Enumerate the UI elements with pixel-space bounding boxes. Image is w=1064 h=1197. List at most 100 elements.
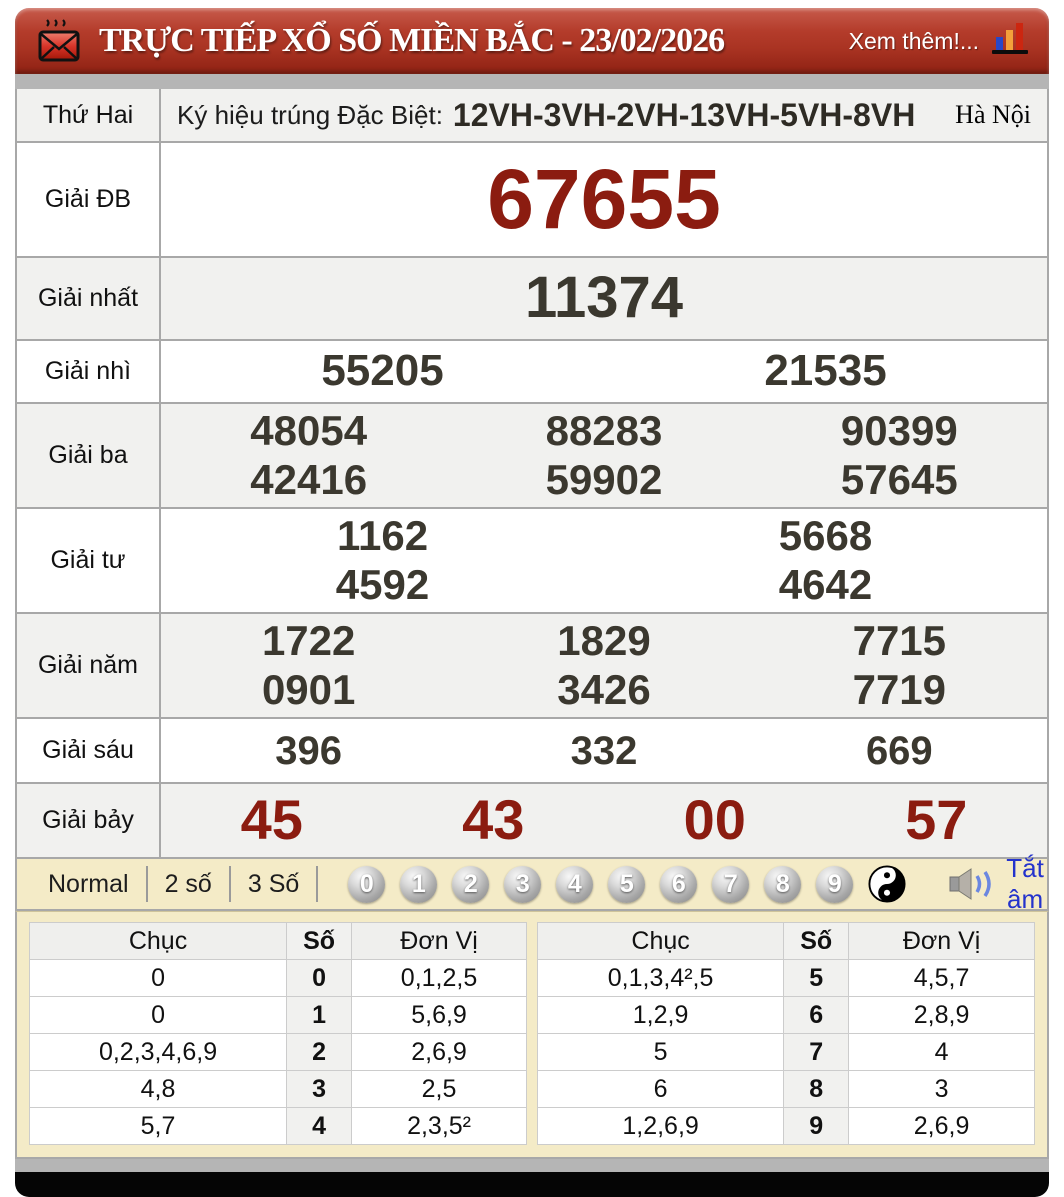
speaker-icon bbox=[948, 866, 998, 902]
digit-ball-5[interactable]: 5 bbox=[608, 865, 646, 903]
cell-chuc: 5 bbox=[536, 1033, 785, 1071]
page-title: TRỰC TIẾP XỔ SỐ MIỀN BẮC - 23/02/2026 bbox=[99, 22, 725, 59]
digit-ball-4[interactable]: 4 bbox=[556, 865, 594, 903]
col-header-chuc: Chục bbox=[28, 922, 288, 960]
prize-number: 88283 bbox=[545, 406, 663, 454]
mute-label: Tắt âm bbox=[1006, 853, 1044, 914]
prize-row-nhi: Giải nhì 55205 21535 bbox=[17, 339, 1047, 402]
prize-number: 55205 bbox=[321, 346, 444, 396]
prize-number: 4642 bbox=[778, 560, 873, 608]
cell-so: 4 bbox=[286, 1107, 353, 1145]
cell-so: 8 bbox=[783, 1070, 850, 1108]
yin-yang-icon[interactable] bbox=[868, 865, 906, 903]
prize-number: 1722 bbox=[261, 616, 356, 664]
digit-table-row-left: 5,7 4 2,3,5² bbox=[28, 1107, 527, 1145]
digit-table-row-right: 0,1,3,4²,5 5 4,5,7 bbox=[536, 959, 1035, 997]
footer-bar bbox=[15, 1172, 1049, 1197]
digit-ball-2[interactable]: 2 bbox=[452, 865, 490, 903]
cell-so: 0 bbox=[286, 959, 353, 997]
footer-divider bbox=[15, 1159, 1049, 1172]
number-row: 45 43 00 57 bbox=[161, 788, 1047, 852]
prize-number: 59902 bbox=[545, 455, 663, 503]
cell-so: 3 bbox=[286, 1070, 353, 1108]
prize-label-bay: Giải bảy bbox=[17, 784, 161, 857]
digit-summary-section: Chục Số Đơn Vị 0 0 0,1,2,5 0 1 5,6,9 0,2,3,4,6… bbox=[15, 911, 1049, 1159]
cell-donvi: 0,1,2,5 bbox=[351, 959, 527, 997]
digit-table-header-row: Chục Số Đơn Vị bbox=[28, 922, 527, 960]
special-sign-label: Ký hiệu trúng Đặc Biệt: bbox=[177, 99, 443, 130]
cell-so: 7 bbox=[783, 1033, 850, 1071]
digit-ball-7[interactable]: 7 bbox=[712, 865, 750, 903]
digit-table-row-left: 0 1 5,6,9 bbox=[28, 996, 527, 1034]
prize-label-sau: Giải sáu bbox=[17, 719, 161, 782]
lottery-widget: TRỰC TIẾP XỔ SỐ MIỀN BẮC - 23/02/2026 Xe… bbox=[15, 8, 1049, 1197]
digit-table-row-right: 574 bbox=[536, 1033, 1035, 1071]
cell-donvi: 2,3,5² bbox=[351, 1107, 527, 1145]
prize-number: 43 bbox=[462, 788, 525, 852]
prize-label-nam: Giải năm bbox=[17, 614, 161, 717]
cell-so: 2 bbox=[286, 1033, 353, 1071]
prize-number: 48054 bbox=[250, 406, 368, 454]
cell-chuc: 1,2,6,9 bbox=[536, 1107, 785, 1145]
cell-so: 1 bbox=[286, 996, 353, 1034]
col-header-chuc: Chục bbox=[536, 922, 785, 960]
prize-number: 21535 bbox=[764, 346, 887, 396]
results-table: Thứ Hai Ký hiệu trúng Đặc Biệt: 12VH-3VH… bbox=[15, 89, 1049, 859]
digit-ball-3[interactable]: 3 bbox=[504, 865, 542, 903]
prize-numbers-nhat: 11374 bbox=[161, 258, 1047, 339]
prize-number: 7719 bbox=[852, 665, 947, 713]
cell-so: 6 bbox=[783, 996, 850, 1034]
number-row: 67655 bbox=[161, 155, 1047, 243]
number-row: 1722 1829 7715 bbox=[161, 617, 1047, 665]
number-row: 11374 bbox=[161, 265, 1047, 332]
digit-table-row-right: 1,2,6,9 9 2,6,9 bbox=[536, 1107, 1035, 1145]
prize-number: 396 bbox=[275, 728, 343, 773]
mode-tab-3[interactable]: 3 Số bbox=[231, 866, 319, 902]
prize-number: 332 bbox=[570, 728, 638, 773]
bar-chart-icon[interactable] bbox=[991, 21, 1029, 55]
digit-table-row-left: 4,8 3 2,5 bbox=[28, 1070, 527, 1108]
digit-ball-6[interactable]: 6 bbox=[660, 865, 698, 903]
mode-tab-1[interactable]: Normal bbox=[31, 866, 148, 902]
prize-number: 67655 bbox=[487, 152, 721, 247]
digit-ball-1[interactable]: 1 bbox=[400, 865, 438, 903]
prize-numbers-bay: 45 43 00 57 bbox=[161, 784, 1047, 857]
number-row: 42416 59902 57645 bbox=[161, 456, 1047, 504]
mode-switcher: Normal 2 số 3 Số bbox=[31, 866, 319, 902]
prize-number: 4592 bbox=[335, 560, 430, 608]
prize-number: 0901 bbox=[261, 665, 356, 713]
prize-number: 00 bbox=[683, 788, 746, 852]
info-row: Thứ Hai Ký hiệu trúng Đặc Biệt: 12VH-3VH… bbox=[17, 89, 1047, 143]
cell-donvi: 4,5,7 bbox=[848, 959, 1035, 997]
number-row: 0901 3426 7719 bbox=[161, 666, 1047, 714]
mode-tab-2[interactable]: 2 số bbox=[148, 866, 231, 902]
cell-donvi: 2,8,9 bbox=[848, 996, 1035, 1034]
prize-label-nhat: Giải nhất bbox=[17, 258, 161, 339]
prize-label-ba: Giải ba bbox=[17, 404, 161, 507]
prize-numbers-nam: 1722 1829 7715 0901 3426 7719 bbox=[161, 614, 1047, 717]
cell-donvi: 2,5 bbox=[351, 1070, 527, 1108]
number-row: 48054 88283 90399 bbox=[161, 407, 1047, 455]
prize-row-sau: Giải sáu 396 332 669 bbox=[17, 717, 1047, 782]
prize-row-db: Giải ĐB 67655 bbox=[17, 143, 1047, 256]
see-more-link[interactable]: Xem thêm!... bbox=[849, 28, 979, 55]
prize-numbers-sau: 396 332 669 bbox=[161, 719, 1047, 782]
mute-button[interactable]: Tắt âm bbox=[948, 853, 1044, 915]
prize-number: 11374 bbox=[524, 265, 684, 331]
digit-ball-9[interactable]: 9 bbox=[816, 865, 854, 903]
header-divider bbox=[15, 74, 1049, 89]
digit-ball-0[interactable]: 0 bbox=[348, 865, 386, 903]
prize-row-nhat: Giải nhất 11374 bbox=[17, 256, 1047, 339]
prize-number: 45 bbox=[240, 788, 303, 852]
prizes-list: Giải ĐB 67655 Giải nhất 11374 Giải nhì 55205 2… bbox=[17, 143, 1047, 857]
digit-table-header-row: Chục Số Đơn Vị bbox=[536, 922, 1035, 960]
digit-buttons: 0123456789 bbox=[348, 865, 854, 903]
cell-donvi: 5,6,9 bbox=[351, 996, 527, 1034]
cell-chuc: 1,2,9 bbox=[536, 996, 785, 1034]
prize-label-db: Giải ĐB bbox=[17, 143, 161, 256]
digit-ball-8[interactable]: 8 bbox=[764, 865, 802, 903]
cell-donvi: 3 bbox=[848, 1070, 1035, 1108]
cell-chuc: 0 bbox=[28, 959, 288, 997]
prize-number: 42416 bbox=[250, 455, 368, 503]
prize-number: 3426 bbox=[557, 665, 651, 713]
